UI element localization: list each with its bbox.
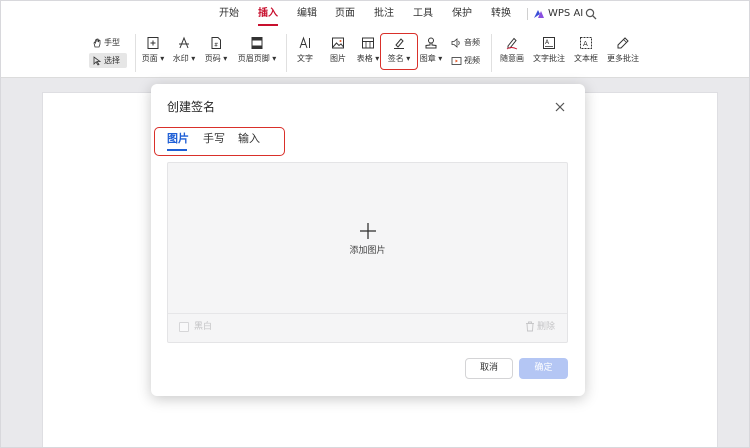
stamp-label: 图章: [419, 54, 436, 63]
close-icon[interactable]: [553, 100, 567, 114]
watermark-button[interactable]: 水印 ▾: [170, 36, 198, 64]
chevron-down-icon: ▾: [435, 54, 443, 63]
image-label: 图片: [330, 54, 346, 63]
tab-home[interactable]: 开始: [219, 7, 239, 21]
chevron-down-icon: ▾: [372, 54, 380, 63]
image-icon: [332, 37, 344, 49]
svg-text:A: A: [583, 40, 588, 48]
text-icon: [299, 36, 310, 49]
menu-bar: 开始 插入 编辑 页面 批注 工具 保护 转换 WPS AI: [0, 0, 750, 28]
page-number-icon: #: [211, 37, 221, 49]
add-image-dropzone[interactable]: 添加图片: [168, 163, 567, 313]
chevron-down-icon: ▾: [157, 54, 165, 63]
tab-input[interactable]: 输入: [238, 132, 260, 146]
text-button[interactable]: 文字: [294, 36, 316, 64]
ribbon-divider: [491, 34, 492, 72]
select-tool-button[interactable]: 选择: [92, 56, 120, 66]
text-comment-icon: A: [543, 37, 555, 49]
watermark-label: 水印: [172, 54, 189, 63]
page-button[interactable]: 页面 ▾: [140, 36, 166, 64]
table-icon: [362, 37, 374, 49]
more-comments-label: 更多批注: [607, 54, 639, 63]
video-icon: [451, 57, 462, 65]
cancel-button[interactable]: 取消: [465, 358, 513, 379]
hand-tool-button[interactable]: 手型: [92, 38, 120, 48]
ribbon-divider: [135, 34, 136, 72]
speaker-icon: [451, 38, 460, 48]
confirm-button[interactable]: 确定: [519, 358, 568, 379]
tab-page[interactable]: 页面: [335, 7, 355, 21]
signature-image-area: 添加图片 黑白 删除: [167, 162, 568, 343]
textbox-button[interactable]: A 文本框: [572, 36, 600, 64]
more-comments-icon: [617, 37, 629, 49]
chevron-down-icon: ▾: [269, 54, 277, 63]
audio-button[interactable]: 音频: [451, 38, 480, 48]
page-icon: [147, 37, 159, 49]
trash-icon[interactable]: [525, 321, 535, 332]
table-label: 表格: [356, 54, 373, 63]
cursor-icon: [93, 56, 102, 66]
page-label: 页面: [141, 54, 158, 63]
wps-ai-button[interactable]: WPS AI: [548, 7, 583, 21]
hand-icon: [93, 38, 101, 48]
text-label: 文字: [297, 54, 313, 63]
select-tool-label: 选择: [104, 56, 120, 65]
plus-icon: [360, 223, 376, 239]
dialog-title: 创建签名: [167, 100, 216, 114]
svg-text:A: A: [545, 39, 550, 46]
upload-divider: [168, 313, 567, 314]
add-image-label: 添加图片: [349, 246, 386, 256]
header-footer-label: 页眉页脚: [237, 54, 270, 63]
tab-comment[interactable]: 批注: [374, 7, 394, 21]
tab-tools[interactable]: 工具: [413, 7, 433, 21]
video-label: 视频: [464, 56, 480, 65]
header-footer-icon: [251, 37, 263, 49]
video-button[interactable]: 视频: [451, 56, 480, 66]
signature-highlight-box: [380, 33, 418, 70]
black-white-checkbox[interactable]: [179, 322, 189, 332]
tab-edit[interactable]: 编辑: [297, 7, 317, 21]
tab-protect[interactable]: 保护: [452, 7, 472, 21]
stamp-icon: [425, 37, 437, 49]
chevron-down-icon: ▾: [220, 54, 228, 63]
audio-label: 音频: [464, 38, 480, 47]
active-dialog-tab-underline: [167, 149, 187, 151]
freehand-pen-icon: [506, 37, 518, 50]
tab-insert[interactable]: 插入: [258, 7, 278, 21]
textbox-label: 文本框: [574, 54, 598, 63]
textbox-icon: A: [580, 37, 592, 49]
active-tab-underline: [258, 24, 278, 26]
tab-handwrite[interactable]: 手写: [203, 132, 225, 146]
freehand-button[interactable]: 随意画: [498, 36, 526, 64]
text-comment-label: 文字批注: [533, 54, 565, 63]
wps-ai-icon[interactable]: [533, 8, 545, 20]
page-number-label: 页码: [204, 54, 221, 63]
tab-image[interactable]: 图片: [167, 132, 189, 146]
watermark-icon: [179, 36, 189, 49]
image-button[interactable]: 图片: [327, 36, 349, 64]
freehand-label: 随意画: [500, 54, 524, 63]
tab-convert[interactable]: 转换: [491, 7, 511, 21]
menu-divider: [527, 8, 528, 20]
table-button[interactable]: 表格 ▾: [355, 36, 381, 64]
delete-button[interactable]: 删除: [537, 321, 555, 333]
stamp-button[interactable]: 图章 ▾: [418, 36, 444, 64]
create-signature-dialog: 创建签名 图片 手写 输入 添加图片 黑白 删除 取消 确定: [151, 84, 585, 396]
header-footer-button[interactable]: 页眉页脚 ▾: [235, 36, 279, 64]
hand-tool-label: 手型: [104, 38, 120, 47]
search-icon[interactable]: [585, 8, 597, 20]
text-comment-button[interactable]: A 文字批注: [532, 36, 566, 64]
ribbon-divider: [286, 34, 287, 72]
chevron-down-icon: ▾: [188, 54, 196, 63]
black-white-label: 黑白: [194, 322, 213, 332]
more-comments-button[interactable]: 更多批注: [605, 36, 641, 64]
svg-text:#: #: [214, 43, 218, 49]
page-number-button[interactable]: # 页码 ▾: [202, 36, 230, 64]
